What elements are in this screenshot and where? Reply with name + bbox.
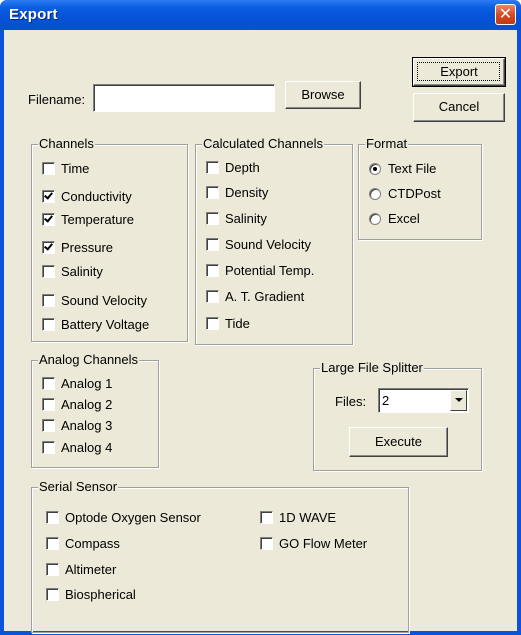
checkbox-label: Depth (225, 160, 260, 175)
files-value: 2 (382, 393, 390, 408)
checkbox-label: Sound Velocity (225, 237, 312, 252)
checkbox-box (206, 264, 219, 277)
checkbox-box (46, 588, 59, 601)
checkbox-box (206, 238, 219, 251)
close-button[interactable]: ✕ (495, 4, 516, 25)
radio-circle (369, 163, 381, 175)
checkbox-box (42, 419, 55, 432)
checkbox-label: Analog 3 (61, 418, 113, 433)
checkbox-label: Conductivity (61, 189, 132, 204)
checkbox-box (42, 213, 55, 226)
export-dialog: Export ✕ Filename: Browse Export Cancel … (0, 0, 521, 635)
channels-group: Channels Time Conductivity Temperature P… (31, 136, 188, 342)
checkbox-box (206, 161, 219, 174)
browse-button-label: Browse (301, 87, 345, 102)
filename-input[interactable] (93, 84, 275, 112)
checkbox-label: A. T. Gradient (225, 289, 305, 304)
checkbox-label: Density (225, 185, 269, 200)
radio-label: Text File (388, 161, 437, 176)
checkbox-box (206, 212, 219, 225)
checkbox-box (42, 377, 55, 390)
checkbox-label: Sound Velocity (61, 293, 148, 308)
files-select[interactable]: 2 (378, 388, 469, 413)
calculated-channels-group: Calculated Channels Depth Density Salini… (195, 136, 353, 345)
cancel-button-label: Cancel (438, 99, 480, 114)
checkbox-box (42, 441, 55, 454)
checkbox-box (206, 290, 219, 303)
format-group-title: Format (365, 136, 409, 151)
checkbox-label: Analog 2 (61, 397, 113, 412)
checkbox-box (42, 241, 55, 254)
checkbox-box (42, 190, 55, 203)
checkbox-label: Altimeter (65, 562, 117, 577)
serial-sensor-group-title: Serial Sensor (38, 479, 119, 494)
checkbox-label: Time (61, 161, 90, 176)
export-button[interactable]: Export (412, 57, 506, 87)
checkbox-box (260, 537, 273, 550)
chevron-down-icon[interactable] (450, 390, 467, 411)
files-label: Files: (335, 394, 367, 409)
checkbox-box (46, 563, 59, 576)
checkbox-box (206, 186, 219, 199)
cancel-button[interactable]: Cancel (413, 93, 505, 122)
checkbox-box (42, 318, 55, 331)
checkbox-box (42, 162, 55, 175)
radio-label: CTDPost (388, 186, 441, 201)
serial-sensor-group: Serial Sensor Optode Oxygen Sensor Compa… (31, 479, 409, 633)
window-title: Export (9, 6, 58, 23)
checkbox-label: Optode Oxygen Sensor (65, 510, 201, 525)
execute-button[interactable]: Execute (349, 427, 448, 457)
format-group: Format Text File CTDPost Excel (358, 136, 482, 240)
radio-circle (369, 213, 381, 225)
checkbox-box (46, 537, 59, 550)
checkbox-label: Temperature (61, 212, 134, 227)
title-bar[interactable]: Export ✕ (0, 0, 521, 30)
dialog-body: Filename: Browse Export Cancel Channels … (4, 30, 517, 633)
checkbox-label: Potential Temp. (225, 263, 315, 278)
checkbox-label: GO Flow Meter (279, 536, 368, 551)
analog-channels-group-title: Analog Channels (38, 352, 140, 367)
checkbox-label: Battery Voltage (61, 317, 150, 332)
analog-channels-group: Analog Channels Analog 1 Analog 2 Analog… (31, 352, 159, 468)
checkbox-box (42, 398, 55, 411)
checkbox-label: Salinity (61, 264, 103, 279)
checkbox-label: Tide (225, 316, 250, 331)
close-icon: ✕ (498, 4, 513, 23)
checkbox-box (42, 265, 55, 278)
calculated-channels-group-title: Calculated Channels (202, 136, 324, 151)
execute-button-label: Execute (375, 434, 422, 449)
radio-label: Excel (388, 211, 420, 226)
focus-ring (417, 62, 500, 81)
radio-circle (369, 188, 381, 200)
checkbox-label: 1D WAVE (279, 510, 337, 525)
filename-label: Filename: (28, 92, 86, 107)
checkbox-label: Analog 1 (61, 376, 113, 391)
large-file-splitter-group-title: Large File Splitter (320, 360, 424, 375)
browse-button[interactable]: Browse (285, 81, 361, 109)
checkbox-label: Biospherical (65, 587, 136, 602)
checkbox-label: Analog 4 (61, 440, 113, 455)
checkbox-box (206, 317, 219, 330)
checkbox-label: Compass (65, 536, 120, 551)
checkbox-box (46, 511, 59, 524)
checkbox-box (42, 294, 55, 307)
large-file-splitter-group: Large File Splitter Files: 2 Execute (313, 360, 482, 471)
checkbox-label: Pressure (61, 240, 114, 255)
checkbox-label: Salinity (225, 211, 267, 226)
channels-group-title: Channels (38, 136, 95, 151)
checkbox-box (260, 511, 273, 524)
